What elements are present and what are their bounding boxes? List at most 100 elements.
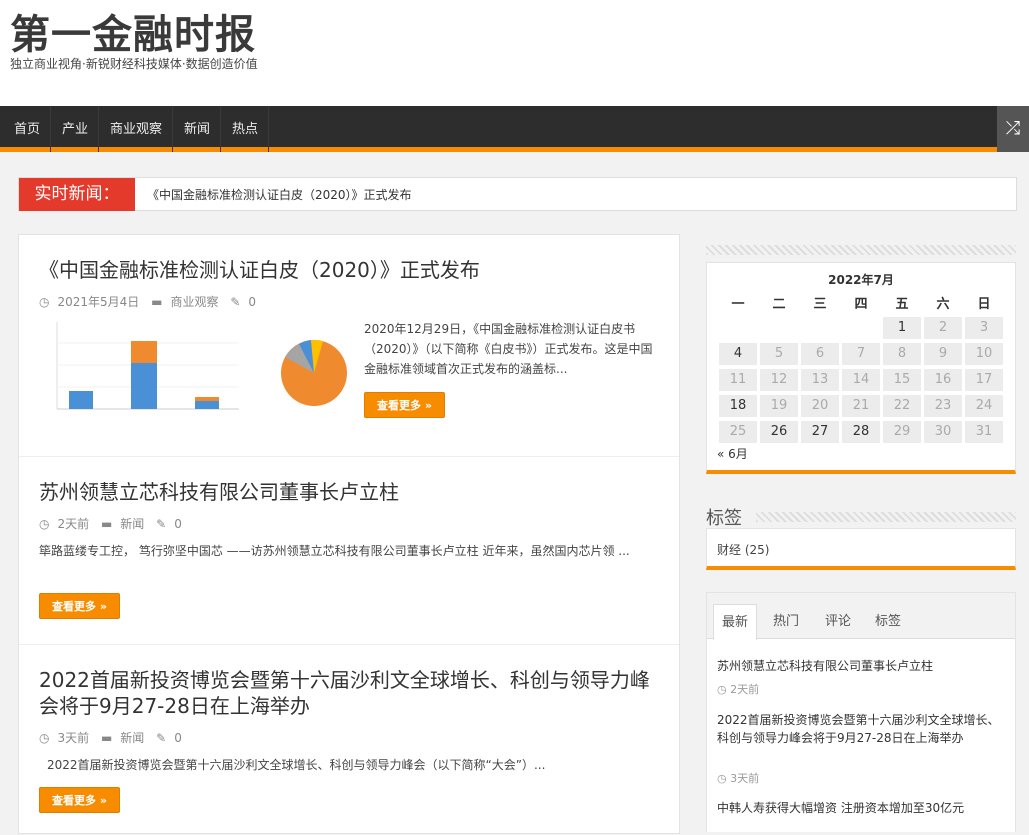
clock-icon: ◷ (39, 731, 50, 745)
calendar-day: 2 (924, 317, 962, 339)
calendar-day[interactable]: 26 (760, 421, 798, 443)
calendar-day[interactable]: 28 (842, 421, 880, 443)
post-date: 2021年5月4日 (57, 295, 140, 309)
nav-item-home[interactable]: 首页 (4, 106, 52, 152)
recent-post-time: ◷ 3天前 (717, 772, 760, 785)
calendar-day: 21 (842, 395, 880, 417)
tab-comments[interactable]: 评论 (817, 604, 859, 640)
calendar-day: 11 (719, 369, 757, 391)
post-category[interactable]: 新闻 (120, 731, 144, 745)
calendar-day: 12 (760, 369, 798, 391)
calendar-prev-link[interactable]: « 6月 (717, 445, 748, 462)
tabs-widget: 最新 热门 评论 标签 苏州领慧立芯科技有限公司董事长卢立柱 ◷ 2天前 202… (706, 592, 1016, 832)
post-meta: ◷ 3天前 ▬ 新闻 ✎ 0 (39, 729, 190, 746)
read-more-button[interactable]: 查看更多 » (39, 593, 120, 619)
post-meta: ◷ 2021年5月4日 ▬ 商业观察 ✎ 0 (39, 293, 264, 310)
post-item: 苏州领慧立芯科技有限公司董事长卢立柱 ◷ 2天前 ▬ 新闻 ✎ 0 筚路蓝缕专工控， … (19, 457, 679, 645)
tab-popular[interactable]: 热门 (765, 604, 807, 640)
calendar-day: 19 (760, 395, 798, 417)
folder-icon: ▬ (151, 295, 163, 309)
post-category[interactable]: 商业观察 (170, 295, 218, 309)
nav-item-business[interactable]: 商业观察 (100, 106, 174, 152)
ticker-label: 实时新闻： (19, 178, 135, 211)
post-title[interactable]: 2022首届新投资博览会暨第十六届沙利文全球增长、科创与领导力峰会将于9月27-… (39, 667, 659, 719)
calendar-day: 10 (965, 343, 1003, 365)
calendar-day: 5 (760, 343, 798, 365)
post-excerpt: 2022首届新投资博览会暨第十六届沙利文全球增长、科创与领导力峰会（以下简称“大… (47, 758, 546, 772)
post-title[interactable]: 《中国金融标准检测认证白皮（2020）》正式发布 (39, 257, 480, 283)
calendar-day: 20 (801, 395, 839, 417)
post-item: 《中国金融标准检测认证白皮（2020）》正式发布 ◷ 2021年5月4日 ▬ 商业观… (19, 235, 679, 457)
widget-divider (706, 245, 1016, 255)
post-date: 3天前 (57, 731, 90, 745)
calendar-weekday: 五 (895, 297, 909, 312)
calendar-day: 25 (719, 421, 757, 443)
nav-item-hot[interactable]: 热点 (222, 106, 270, 152)
widget-divider (756, 512, 1016, 522)
post-thumbnail[interactable] (49, 317, 369, 429)
calendar-weekday: 二 (772, 297, 786, 312)
calendar-day[interactable]: 18 (719, 395, 757, 417)
comments-icon: ✎ (156, 517, 167, 531)
calendar-day: 24 (965, 395, 1003, 417)
recent-post-link[interactable]: 苏州领慧立芯科技有限公司董事长卢立柱 (717, 657, 1002, 675)
read-more-button[interactable]: 查看更多 » (364, 392, 445, 418)
post-comments[interactable]: 0 (174, 731, 182, 745)
thumbnail-chart-image (56, 322, 347, 410)
calendar-day: 9 (924, 343, 962, 365)
time-text: 3天前 (730, 772, 760, 785)
post-category[interactable]: 新闻 (120, 517, 144, 531)
main-nav: 首页 产业 商业观察 新闻 热点 ⤮ (0, 106, 1029, 152)
calendar-day: 7 (842, 343, 880, 365)
recent-post-link[interactable]: 中韩人寿获得大幅增资 注册资本增加至30亿元 (717, 799, 1002, 817)
post-list: 《中国金融标准检测认证白皮（2020）》正式发布 ◷ 2021年5月4日 ▬ 商业观… (18, 234, 680, 834)
recent-post-link[interactable]: 2022首届新投资博览会暨第十六届沙利文全球增长、科创与领导力峰会将于9月27-… (717, 711, 1002, 747)
calendar-day[interactable]: 27 (801, 421, 839, 443)
calendar-day: 30 (924, 421, 962, 443)
calendar-caption: 2022年7月 (828, 273, 894, 287)
site-title[interactable]: 第一金融时报 (10, 2, 256, 60)
calendar-weekday: 日 (977, 297, 991, 312)
calendar-day: 23 (924, 395, 962, 417)
tags-widget: 财经 (25) (706, 528, 1016, 570)
post-comments[interactable]: 0 (248, 295, 256, 309)
tag-link[interactable]: 财经 (25) (717, 541, 769, 558)
nav-item-news[interactable]: 新闻 (174, 106, 222, 152)
calendar-weekday: 一 (731, 297, 745, 312)
calendar-weekday: 六 (936, 297, 950, 312)
calendar-day: 13 (801, 369, 839, 391)
tab-tags[interactable]: 标签 (867, 604, 909, 640)
tab-recent[interactable]: 最新 (713, 604, 758, 640)
post-comments[interactable]: 0 (174, 517, 182, 531)
calendar-day: 14 (842, 369, 880, 391)
post-excerpt: 2020年12月29日，《中国金融标准检测认证白皮书（2020）》（以下简称《白… (364, 322, 653, 376)
post-date: 2天前 (57, 517, 90, 531)
site-tagline: 独立商业视角·新锐财经科技媒体·数据创造价值 (10, 57, 258, 71)
comments-icon: ✎ (230, 295, 241, 309)
breaking-news-ticker: 实时新闻： 《中国金融标准检测认证白皮（2020）》正式发布 (18, 177, 1017, 211)
calendar-day: 22 (883, 395, 921, 417)
clock-icon: ◷ (39, 517, 50, 531)
shuffle-icon[interactable]: ⤮ (997, 106, 1029, 152)
nav-item-industry[interactable]: 产业 (52, 106, 100, 152)
post-title[interactable]: 苏州领慧立芯科技有限公司董事长卢立柱 (39, 479, 399, 505)
calendar-day: 15 (883, 369, 921, 391)
time-text: 2天前 (730, 683, 760, 696)
calendar-day: 3 (965, 317, 1003, 339)
folder-icon: ▬ (100, 517, 113, 531)
ticker-link[interactable]: 《中国金融标准检测认证白皮（2020）》正式发布 (147, 178, 412, 212)
calendar-day: 31 (965, 421, 1003, 443)
calendar-day[interactable]: 1 (883, 317, 921, 339)
tab-bar: 最新 热门 评论 标签 (707, 593, 1015, 640)
calendar-day[interactable]: 4 (719, 343, 757, 365)
tags-widget-title: 标签 (706, 508, 742, 529)
post-item: 2022首届新投资博览会暨第十六届沙利文全球增长、科创与领导力峰会将于9月27-… (19, 645, 679, 835)
clock-icon: ◷ (39, 295, 50, 309)
calendar-day: 8 (883, 343, 921, 365)
read-more-button[interactable]: 查看更多 » (39, 787, 120, 813)
calendar-weekday: 三 (813, 297, 827, 312)
calendar-widget: 2022年7月 一二三四五六日 1 2 3 4 5 6 7 8 9 10 11 12 13 14 15 16 1… (706, 262, 1016, 474)
calendar-day: 6 (801, 343, 839, 365)
calendar-weekday: 四 (854, 297, 868, 312)
calendar-day: 29 (883, 421, 921, 443)
